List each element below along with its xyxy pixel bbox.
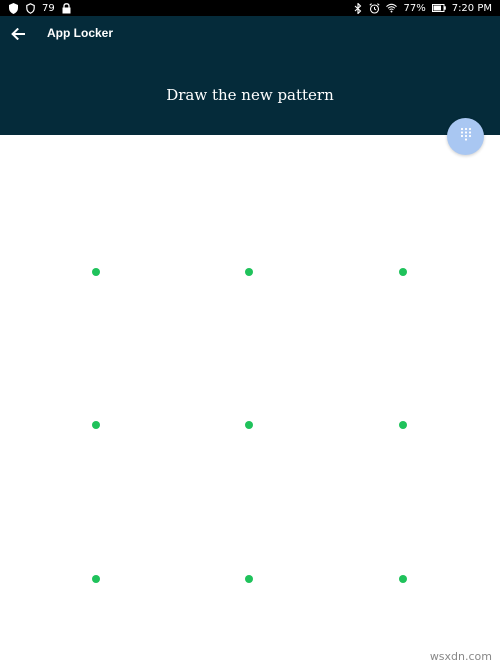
status-time: 7:20 PM [451,2,492,14]
arrow-left-icon [11,27,25,45]
back-button[interactable] [6,24,30,48]
status-bar-left: 79 [8,0,72,16]
pattern-dot-1[interactable] [92,268,100,276]
pattern-dot-3[interactable] [399,268,407,276]
pattern-dot-5[interactable] [245,421,253,429]
pattern-dot-2[interactable] [245,268,253,276]
status-bar-right: 77% 7:20 PM [352,0,492,16]
wifi-icon [386,3,398,14]
bluetooth-icon [352,2,363,14]
app-bar: App Locker Draw the new pattern [0,16,500,135]
shield-icon [8,2,19,14]
pattern-dot-6[interactable] [399,421,407,429]
pattern-dot-8[interactable] [245,575,253,583]
status-bar: 79 77% 7:20 PM [0,0,500,16]
pattern-grid[interactable] [0,135,500,667]
watermark: wsxdn.com [429,650,492,663]
pattern-dot-4[interactable] [92,421,100,429]
lock-icon [61,2,72,14]
pattern-prompt: Draw the new pattern [166,86,334,104]
pattern-dot-9[interactable] [399,575,407,583]
pattern-dot-7[interactable] [92,575,100,583]
notification-count: 79 [42,2,55,14]
app-title: App Locker [47,26,114,40]
shield-outline-icon [25,2,36,14]
battery-icon [431,3,446,14]
alarm-icon [369,2,381,14]
battery-percent: 77% [403,2,426,14]
